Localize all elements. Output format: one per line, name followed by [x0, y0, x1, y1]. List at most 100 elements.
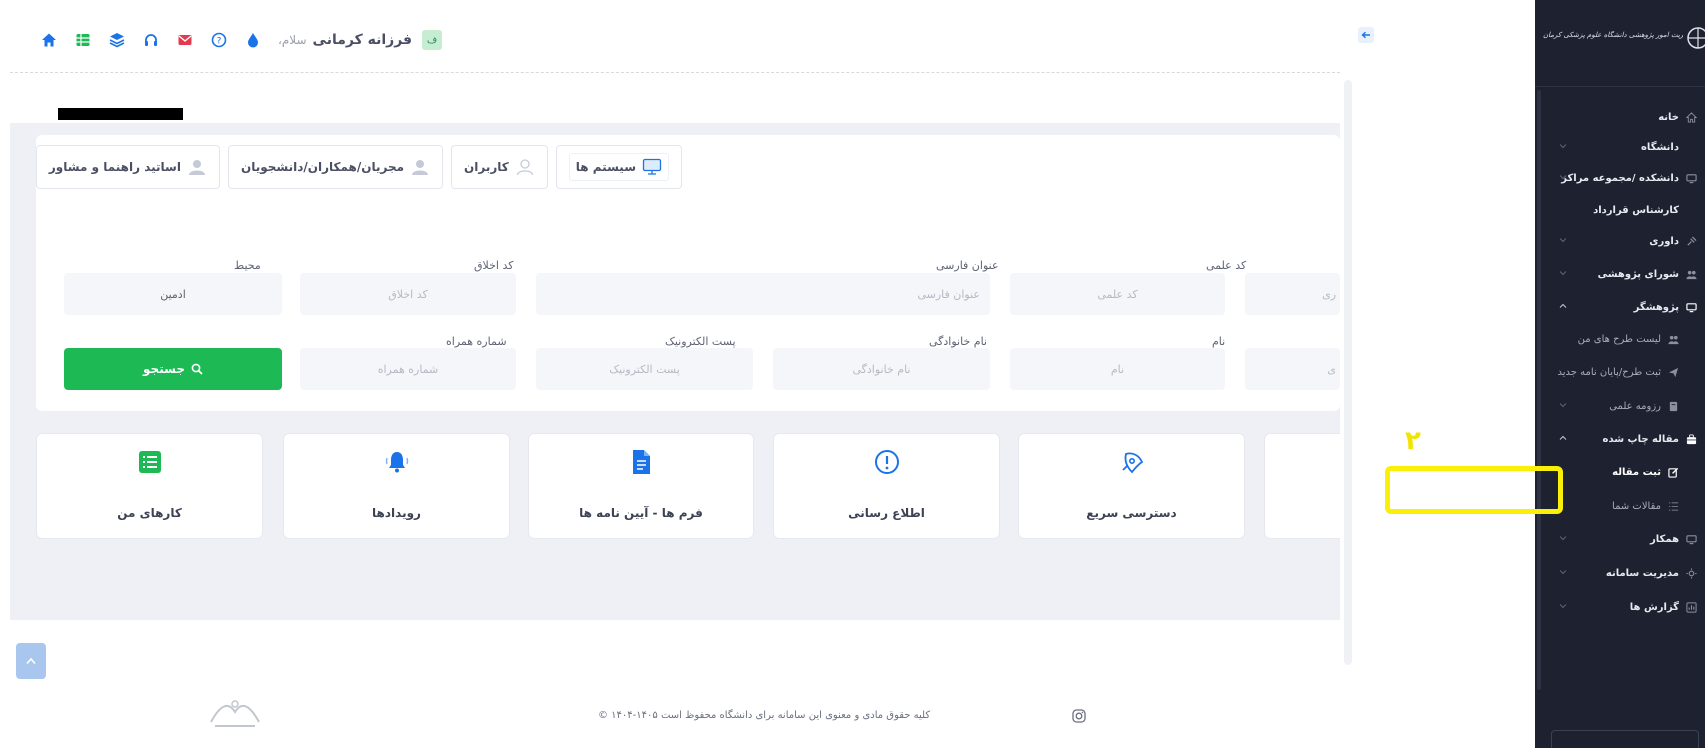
persian-title-input[interactable]: عنوان فارسی [536, 273, 990, 315]
environment-select[interactable]: ادمین [64, 273, 282, 315]
mobile-input[interactable]: شماره همراه [300, 348, 516, 390]
scientific-code-input[interactable]: کد علمی [1010, 273, 1225, 315]
drop-icon[interactable] [244, 31, 262, 49]
environment-value: ادمین [160, 287, 186, 301]
sidebar-item-label: شورای پژوهشی [1597, 268, 1679, 280]
sidebar-item-5[interactable]: شورای پژوهشی [1535, 257, 1705, 291]
field-partial-row1-text: ری [1322, 287, 1336, 301]
group-icon [1685, 268, 1697, 280]
chevron-down-icon [1559, 403, 1567, 408]
chevron-down-icon [1559, 271, 1567, 276]
tab-users[interactable]: کاربران [451, 145, 548, 189]
sidebar-item-label: داوری [1649, 235, 1679, 247]
avatar[interactable]: ف [422, 30, 443, 50]
sidebar-item-label: مقاله چاپ شده [1602, 433, 1679, 445]
bell-icon [385, 452, 408, 473]
sidebar-item-label: مدیریت سامانه [1605, 567, 1679, 579]
sidebar: پژوهشیار، سامانه مدیریت امور پژوهشی دانش… [1535, 0, 1705, 748]
alert-icon [874, 450, 899, 474]
help-icon[interactable]: ? [210, 31, 228, 49]
tab-systems-inner: سیستم ها [568, 153, 669, 181]
tab-researchers[interactable]: مجریان/همکاران/دانشجویان [227, 145, 444, 189]
first-name-input[interactable]: نام [1010, 348, 1225, 390]
sidebar-item-13[interactable]: همکار [1535, 522, 1705, 556]
tab-bar: اساتید راهنما و مشاور مجریان/همکاران/دان… [35, 145, 682, 189]
sidebar-item-1[interactable]: دانشگاه [1535, 130, 1705, 164]
label-mobile: شماره همراه [446, 335, 507, 348]
annotation-highlight-box [1385, 466, 1563, 514]
card-events-label: رویدادها [372, 506, 421, 520]
label-persian-title: عنوان فارسی [936, 259, 999, 272]
sidebar-item-9[interactable]: رزومه علمی [1535, 389, 1705, 423]
home-icon[interactable] [40, 31, 58, 49]
top-bar-divider [10, 72, 1340, 73]
card-my-tasks[interactable]: کارهای من [36, 433, 263, 539]
tab-advisors[interactable]: اساتید راهنما و مشاور [35, 145, 220, 189]
sidebar-item-6[interactable]: پژوهشگر [1535, 290, 1705, 324]
mail-icon[interactable] [176, 31, 194, 49]
search-button[interactable]: جستجو [64, 348, 282, 390]
sidebar-item-4[interactable]: داوری [1535, 224, 1705, 258]
card-announcements-label: اطلاع رسانی [848, 506, 925, 520]
persian-title-placeholder: عنوان فارسی [917, 287, 980, 301]
university-logo-icon [1687, 27, 1705, 49]
layers-icon[interactable] [108, 31, 126, 49]
ethics-code-input[interactable]: کد اخلاق [300, 273, 516, 315]
label-email: پست الکترونیک [665, 335, 736, 348]
sidebar-item-label: کارشناس قرارداد [1593, 204, 1679, 216]
card-events[interactable]: رویدادها [283, 433, 510, 539]
table-icon[interactable] [74, 31, 92, 49]
quick-cards: کارهای من رویدادها فرم ها - آیین نامه ها… [36, 433, 1340, 539]
sidebar-item-2[interactable]: دانشکده /مجموعه مراکز [1535, 161, 1705, 195]
sidebar-toggle-button[interactable] [1358, 27, 1374, 43]
search-button-label: جستجو [143, 362, 185, 376]
monitor-icon [1685, 172, 1697, 184]
instagram-icon[interactable] [1072, 709, 1086, 723]
edit-icon [1667, 466, 1679, 478]
sidebar-item-14[interactable]: مدیریت سامانه [1535, 556, 1705, 590]
card-partial[interactable] [1264, 433, 1340, 539]
sidebar-item-label: ثبت طرح/پایان نامه جدید [1557, 366, 1661, 378]
ethics-code-placeholder: کد اخلاق [388, 287, 428, 301]
page-scrollbar[interactable] [1344, 80, 1352, 665]
send-icon [1667, 366, 1679, 378]
chevron-up-icon [1559, 303, 1567, 308]
field-partial-row1[interactable]: ری [1245, 273, 1340, 315]
tab-systems[interactable]: سیستم ها [555, 145, 682, 189]
headset-icon[interactable] [142, 31, 160, 49]
mobile-placeholder: شماره همراه [377, 362, 439, 376]
sidebar-search-input[interactable] [1551, 730, 1699, 748]
label-ethics-code: کد اخلاق [474, 259, 514, 272]
email-input[interactable]: پست الکترونیک [536, 348, 753, 390]
briefcase-icon [1685, 433, 1697, 445]
monitor-icon [1685, 533, 1697, 545]
last-name-input[interactable]: نام خانوادگی [773, 348, 990, 390]
chevron-up-icon [1559, 435, 1567, 440]
last-name-placeholder: نام خانوادگی [852, 362, 911, 376]
card-announcements[interactable]: اطلاع رسانی [773, 433, 1000, 539]
scroll-to-top-button[interactable] [16, 643, 46, 679]
book-icon [1667, 400, 1679, 412]
sidebar-item-3[interactable]: کارشناس قرارداد [1535, 193, 1705, 227]
sidebar-app-title: پژوهشیار، سامانه مدیریت امور پژوهشی دانش… [1543, 31, 1683, 39]
card-forms[interactable]: فرم ها - آیین نامه ها [528, 433, 754, 539]
search-icon [191, 363, 203, 375]
rocket-icon [1121, 452, 1143, 474]
sidebar-item-label: ثبت مقاله [1612, 466, 1661, 478]
sidebar-item-15[interactable]: گزارش ها [1535, 590, 1705, 624]
top-bar: ف فرزانه کرمانی سلام، ? [0, 0, 1340, 80]
username[interactable]: فرزانه کرمانی [313, 32, 413, 48]
user-outline-icon [516, 159, 533, 176]
annotation-number: ۲ [1405, 426, 1421, 456]
sidebar-item-8[interactable]: ثبت طرح/پایان نامه جدید [1535, 355, 1705, 389]
sidebar-item-10[interactable]: مقاله چاپ شده [1535, 422, 1705, 456]
monitor-icon [642, 158, 662, 175]
field-partial-row2[interactable]: ی [1245, 348, 1340, 390]
sidebar-item-0[interactable]: خانه [1535, 100, 1705, 134]
document-icon [633, 450, 650, 474]
sidebar-header: پژوهشیار، سامانه مدیریت امور پژوهشی دانش… [1535, 0, 1705, 86]
card-quick-access[interactable]: دسترسی سریع [1018, 433, 1245, 539]
sidebar-item-7[interactable]: لیست طرح های من [1535, 322, 1705, 356]
sidebar-item-label: مقالات شما [1612, 500, 1661, 512]
chart-icon [1685, 601, 1697, 613]
